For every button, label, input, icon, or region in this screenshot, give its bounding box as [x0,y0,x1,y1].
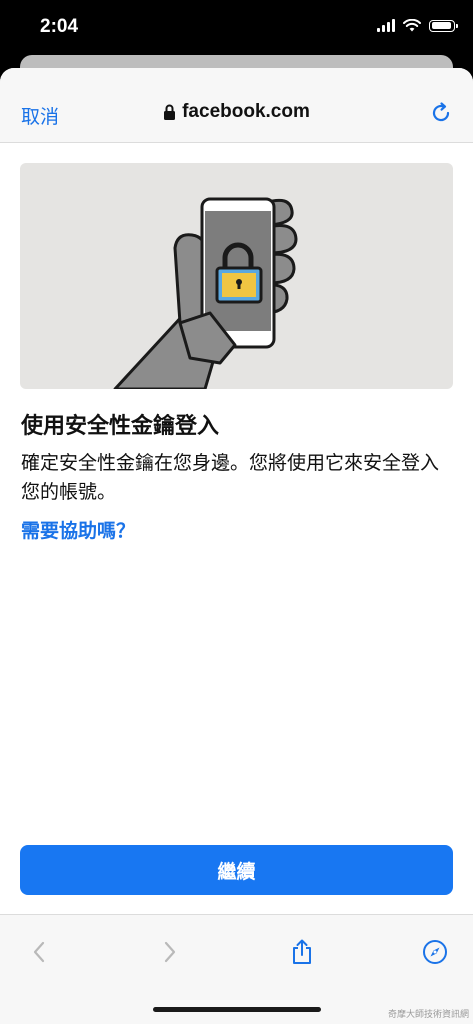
home-indicator [153,1007,321,1012]
compass-icon [423,940,447,964]
forward-button[interactable] [155,937,185,967]
status-bar: 2:04 [0,0,473,58]
share-icon [293,939,311,964]
back-icon [33,941,45,963]
address-bar[interactable]: facebook.com [0,101,473,123]
safari-button[interactable] [420,937,450,967]
forward-icon [164,941,176,963]
share-button[interactable] [287,937,317,967]
reload-icon[interactable] [429,101,453,125]
wifi-icon [403,19,421,32]
page-title: 使用安全性金鑰登入 [21,414,220,439]
help-link[interactable]: 需要協助嗎？ [21,516,135,543]
hand-holding-phone-illustration [113,197,298,389]
status-icons [377,19,458,32]
continue-button-label: 繼續 [217,860,256,883]
lock-icon [164,104,176,120]
back-button[interactable] [24,937,54,967]
battery-icon [429,19,458,32]
page-description: 確定安全性金鑰在您身邊。您將使用它來安全登入您的帳號。 [21,452,440,503]
url-text: facebook.com [182,101,310,122]
cellular-signal-icon [377,19,395,32]
browser-nav-bar: 取消 facebook.com [0,68,473,143]
status-time: 2:04 [40,16,79,37]
watermark: 奇摩大師技術資訊網 [387,1010,469,1020]
browser-sheet: 取消 facebook.com 使用安全性金鑰登入 確定安全性金鑰在您身邊。您將… [0,68,473,1024]
security-key-illustration [20,163,453,389]
continue-button[interactable]: 繼續 [20,845,453,895]
